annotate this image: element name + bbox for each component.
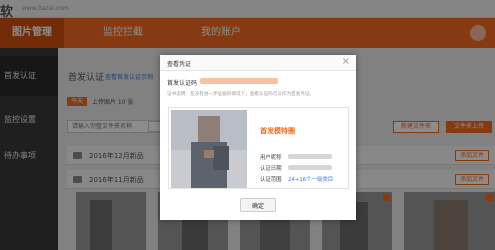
dialog-title: 查看凭证 [167,61,192,68]
cert-code-label: 首发认证码 [167,80,198,87]
cert-row-date: 认证日期 [260,164,332,172]
confirm-button[interactable]: 确定 [240,198,276,212]
cert-scope-link[interactable]: 24+16个一级类目 [288,175,333,183]
cert-row-scope: 认证范围 [260,175,282,183]
cert-code-value[interactable] [200,78,278,84]
view-certificate-dialog: 查看凭证 × 首发认证码 证书说明：在没有进一步证据的情况下，查看认证码可以作为… [160,55,356,220]
cert-row-label: 认证范围 [260,177,282,183]
certificate-card: 首发模特圈 用户昵称 认证日期 认证范围 24+16个一级类目 [168,107,349,189]
dialog-header: 查看凭证 × [160,55,356,71]
cert-note: 证书说明：在没有进一步证据的情况下，查看认证码可以作为首发凭证。 [167,92,315,97]
cert-row-label: 认证日期 [260,166,282,172]
certified-photo [171,110,247,188]
cert-row-label: 用户昵称 [260,155,282,161]
close-icon[interactable]: × [342,56,350,67]
cert-brand-title: 首发模特圈 [260,127,295,135]
cert-row-nickname: 用户昵称 [260,153,332,161]
cert-row-value-blurred [288,165,332,170]
cert-row-value-blurred [288,154,332,159]
